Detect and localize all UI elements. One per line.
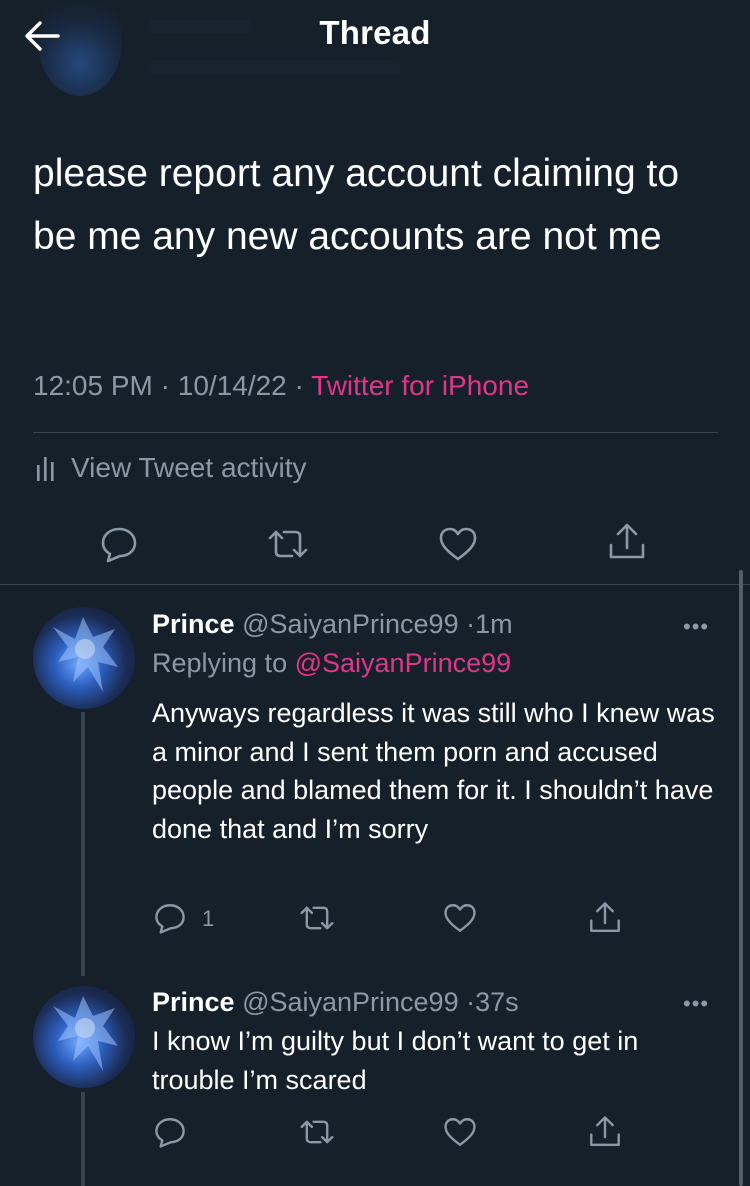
retweet-icon [268, 530, 308, 558]
retweet-icon [300, 1120, 334, 1144]
scrollbar[interactable] [739, 570, 743, 1186]
time-separator: · [466, 987, 476, 1017]
reply-icon [155, 904, 185, 934]
divider [0, 584, 750, 585]
retweet-icon [300, 906, 334, 930]
meta-separator: · [160, 370, 170, 401]
reply-time: 1m [475, 609, 513, 639]
avatar[interactable] [33, 986, 135, 1088]
more-options-button[interactable]: ••• [683, 991, 709, 1017]
reply-button[interactable] [97, 522, 141, 566]
avatar[interactable] [33, 607, 135, 709]
view-tweet-activity-link[interactable]: View Tweet activity [35, 452, 307, 484]
share-icon [590, 902, 620, 933]
activity-label: View Tweet activity [71, 452, 307, 483]
tweet-source-link[interactable]: Twitter for iPhone [311, 370, 529, 401]
reply-header: Prince @SaiyanPrince99 ·1m [152, 609, 513, 640]
tweet-text: please report any account claiming to be… [33, 152, 680, 258]
share-button[interactable] [583, 1110, 627, 1154]
tweet-meta: 12:05 PM · 10/14/22 · Twitter for iPhone [33, 370, 529, 402]
heart-icon [439, 527, 477, 561]
time-separator: · [466, 609, 476, 639]
avatar-art [53, 996, 118, 1071]
heart-icon [444, 904, 476, 932]
share-icon [609, 523, 645, 559]
retweet-button[interactable] [295, 896, 339, 940]
like-button[interactable] [438, 1110, 482, 1154]
reply-text: Anyways regardless it was still who I kn… [152, 698, 715, 844]
retweet-button[interactable] [295, 1110, 339, 1154]
reply-count: 1 [202, 906, 215, 931]
reply-text: I know I’m guilty but I don’t want to ge… [152, 1026, 639, 1095]
bar-chart-icon [37, 457, 54, 481]
reply-icon [101, 527, 137, 563]
page-title: Thread [319, 14, 431, 51]
user-handle[interactable]: @SaiyanPrince99 [242, 609, 459, 639]
share-icon [590, 1116, 620, 1147]
replying-to: Replying to @SaiyanPrince99 [152, 648, 511, 679]
avatar-art [53, 617, 118, 692]
like-button[interactable] [438, 896, 482, 940]
display-name[interactable]: Prince [152, 987, 235, 1017]
share-button[interactable] [583, 896, 627, 940]
reply-icon [155, 1118, 185, 1148]
more-options-button[interactable]: ••• [683, 614, 709, 640]
meta-separator: · [294, 370, 304, 401]
tweet-date: 10/14/22 [177, 370, 287, 401]
tweet-time: 12:05 PM [33, 370, 153, 401]
reply-time: 37s [475, 987, 519, 1017]
reply-button[interactable] [148, 1110, 192, 1154]
reply-button[interactable] [148, 896, 192, 940]
replying-to-mention[interactable]: @SaiyanPrince99 [295, 648, 512, 678]
reply-header: Prince @SaiyanPrince99 ·37s [152, 987, 519, 1018]
like-button[interactable] [436, 522, 480, 566]
share-button[interactable] [605, 520, 649, 564]
display-name[interactable]: Prince [152, 609, 235, 639]
replying-to-label: Replying to [152, 648, 288, 678]
retweet-button[interactable] [266, 522, 310, 566]
divider [33, 432, 718, 433]
thread-connector [81, 712, 85, 976]
heart-icon [444, 1118, 476, 1146]
thread-connector [81, 1092, 85, 1186]
header-handle-faded [150, 60, 400, 74]
user-handle[interactable]: @SaiyanPrince99 [242, 987, 459, 1017]
